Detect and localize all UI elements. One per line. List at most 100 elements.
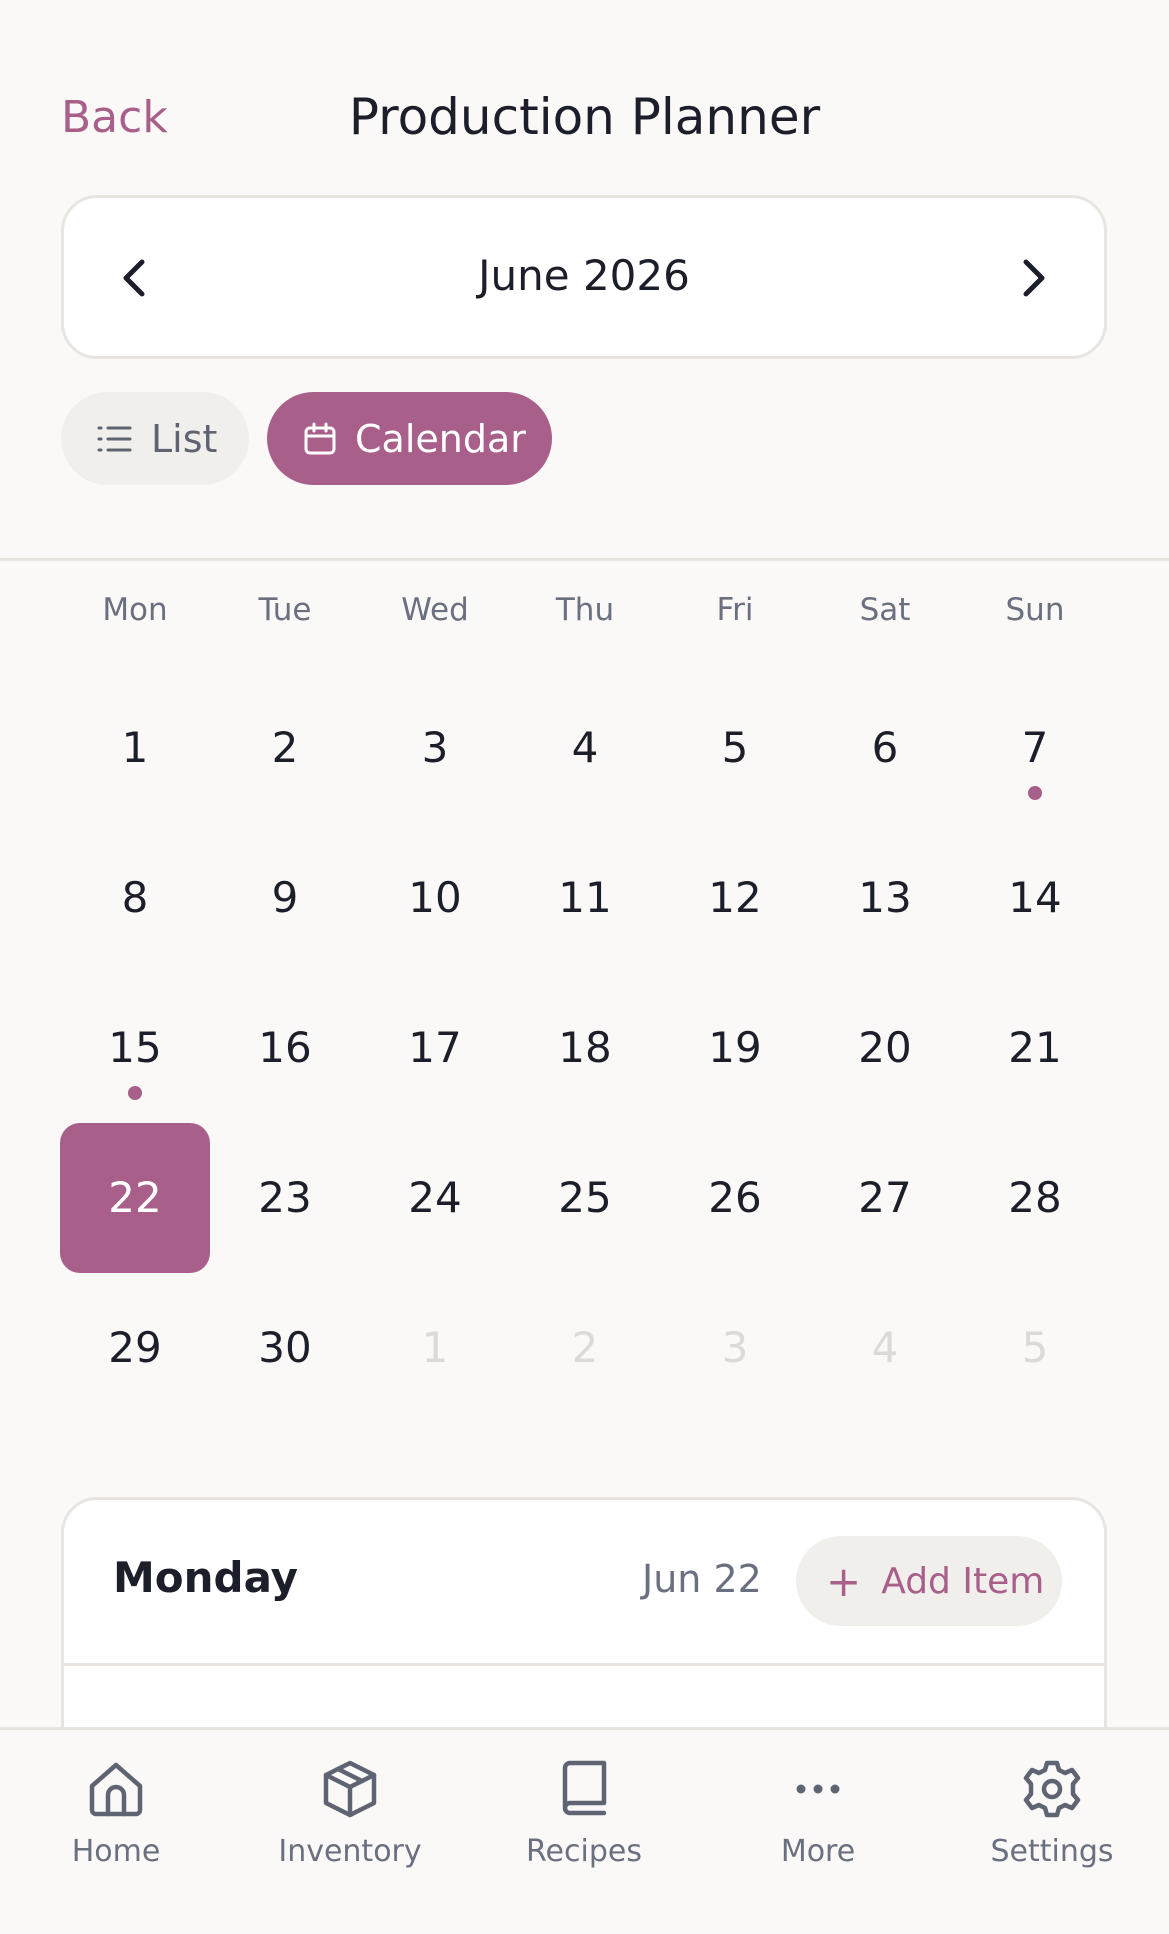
- day-number: 5: [721, 723, 749, 772]
- calendar-day-selected[interactable]: 22: [60, 1123, 210, 1273]
- calendar-day[interactable]: 6: [810, 673, 960, 823]
- day-number: 1: [121, 723, 149, 772]
- day-number: 11: [558, 873, 612, 922]
- tab-home[interactable]: Home: [26, 1758, 206, 1869]
- tab-bar: Home Inventory Recipes More Settings: [0, 1727, 1169, 1934]
- weekday-label: Mon: [102, 592, 168, 628]
- day-number: 16: [258, 1023, 312, 1072]
- day-number: 8: [121, 873, 149, 922]
- calendar-week: 29 30 1 2 3 4 5: [60, 1273, 1110, 1423]
- calendar-day[interactable]: 8: [60, 823, 210, 973]
- add-item-button[interactable]: + Add Item: [796, 1536, 1062, 1626]
- calendar-day[interactable]: 14: [960, 823, 1110, 973]
- calendar-day[interactable]: 10: [360, 823, 510, 973]
- list-view-toggle[interactable]: List: [61, 392, 249, 485]
- book-icon: [562, 1760, 607, 1816]
- day-number: 5: [1021, 1323, 1049, 1372]
- calendar-day[interactable]: 28: [960, 1123, 1110, 1273]
- day-number: 2: [271, 723, 299, 772]
- weekday-label: Wed: [401, 592, 469, 628]
- calendar-day[interactable]: 19: [660, 973, 810, 1123]
- card-divider: [64, 1663, 1104, 1666]
- day-number: 10: [408, 873, 462, 922]
- day-number: 4: [571, 723, 599, 772]
- plus-icon: +: [826, 1556, 862, 1606]
- list-toggle-label: List: [151, 416, 218, 461]
- calendar-day-next-month[interactable]: 1: [360, 1273, 510, 1423]
- calendar-day[interactable]: 12: [660, 823, 810, 973]
- calendar-day[interactable]: 13: [810, 823, 960, 973]
- calendar-week: 22 23 24 25 26 27 28: [60, 1123, 1110, 1273]
- calendar-day[interactable]: 30: [210, 1273, 360, 1423]
- calendar-day[interactable]: 24: [360, 1123, 510, 1273]
- calendar-day[interactable]: 2: [210, 673, 360, 823]
- day-number: 3: [721, 1323, 749, 1372]
- day-number: 18: [558, 1023, 612, 1072]
- day-number: 2: [571, 1323, 599, 1372]
- calendar-day[interactable]: 26: [660, 1123, 810, 1273]
- tab-label: Settings: [990, 1834, 1114, 1869]
- calendar-day[interactable]: 17: [360, 973, 510, 1123]
- weekday-label: Fri: [716, 592, 754, 628]
- day-number: 9: [271, 873, 299, 922]
- calendar-week: 1 2 3 4 5 6 7: [60, 673, 1110, 823]
- page-title: Production Planner: [348, 88, 821, 146]
- calendar-day[interactable]: 25: [510, 1123, 660, 1273]
- tab-label: More: [780, 1834, 856, 1869]
- day-number: 13: [858, 873, 912, 922]
- calendar-day[interactable]: 4: [510, 673, 660, 823]
- calendar-day[interactable]: 27: [810, 1123, 960, 1273]
- calendar-day-next-month[interactable]: 3: [660, 1273, 810, 1423]
- day-number: 3: [421, 723, 449, 772]
- card-weekday: Monday: [113, 1553, 299, 1602]
- day-number: 25: [558, 1173, 612, 1222]
- tab-more[interactable]: More: [728, 1758, 908, 1869]
- calendar-day[interactable]: 1: [60, 673, 210, 823]
- home-icon: [89, 1762, 143, 1817]
- section-divider: [0, 558, 1169, 561]
- calendar-day[interactable]: 15: [60, 973, 210, 1123]
- calendar-day[interactable]: 21: [960, 973, 1110, 1123]
- tab-settings[interactable]: Settings: [962, 1758, 1142, 1869]
- calendar-day-next-month[interactable]: 2: [510, 1273, 660, 1423]
- day-number: 14: [1008, 873, 1062, 922]
- tab-inventory[interactable]: Inventory: [260, 1758, 440, 1869]
- calendar-day[interactable]: 20: [810, 973, 960, 1123]
- day-number: 22: [108, 1173, 162, 1222]
- day-number: 1: [421, 1323, 449, 1372]
- calendar-day-next-month[interactable]: 4: [810, 1273, 960, 1423]
- tab-label: Inventory: [278, 1834, 422, 1869]
- calendar-day[interactable]: 5: [660, 673, 810, 823]
- day-number: 26: [708, 1173, 762, 1222]
- day-number: 30: [258, 1323, 312, 1372]
- weekday-label: Sat: [859, 592, 911, 628]
- day-number: 23: [258, 1173, 312, 1222]
- calendar-day[interactable]: 3: [360, 673, 510, 823]
- more-icon: [796, 1784, 840, 1794]
- event-dot: [1028, 786, 1042, 800]
- month-label: June 2026: [478, 251, 690, 300]
- calendar-week: 8 9 10 11 12 13 14: [60, 823, 1110, 973]
- calendar-icon: [304, 422, 336, 454]
- calendar-day-next-month[interactable]: 5: [960, 1273, 1110, 1423]
- calendar-day[interactable]: 11: [510, 823, 660, 973]
- event-dot: [128, 1086, 142, 1100]
- tab-recipes[interactable]: Recipes: [494, 1758, 674, 1869]
- day-number: 12: [708, 873, 762, 922]
- calendar-day[interactable]: 29: [60, 1273, 210, 1423]
- day-number: 27: [858, 1173, 912, 1222]
- weekday-header: Mon Tue Wed Thu Fri Sat Sun: [60, 570, 1110, 650]
- calendar-day[interactable]: 23: [210, 1123, 360, 1273]
- calendar-day[interactable]: 16: [210, 973, 360, 1123]
- box-icon: [323, 1760, 377, 1818]
- calendar-week: 15 16 17 18 19 20 21: [60, 973, 1110, 1123]
- calendar-grid: Mon Tue Wed Thu Fri Sat Sun 1 2 3 4 5 6 …: [60, 570, 1110, 1423]
- card-date: Jun 22: [642, 1557, 762, 1601]
- calendar-view-toggle[interactable]: Calendar: [267, 392, 552, 485]
- calendar-day[interactable]: 7: [960, 673, 1110, 823]
- calendar-day[interactable]: 9: [210, 823, 360, 973]
- list-icon: [97, 426, 132, 451]
- chevron-right-icon[interactable]: [1004, 248, 1064, 308]
- calendar-day[interactable]: 18: [510, 973, 660, 1123]
- calendar-toggle-label: Calendar: [355, 416, 526, 461]
